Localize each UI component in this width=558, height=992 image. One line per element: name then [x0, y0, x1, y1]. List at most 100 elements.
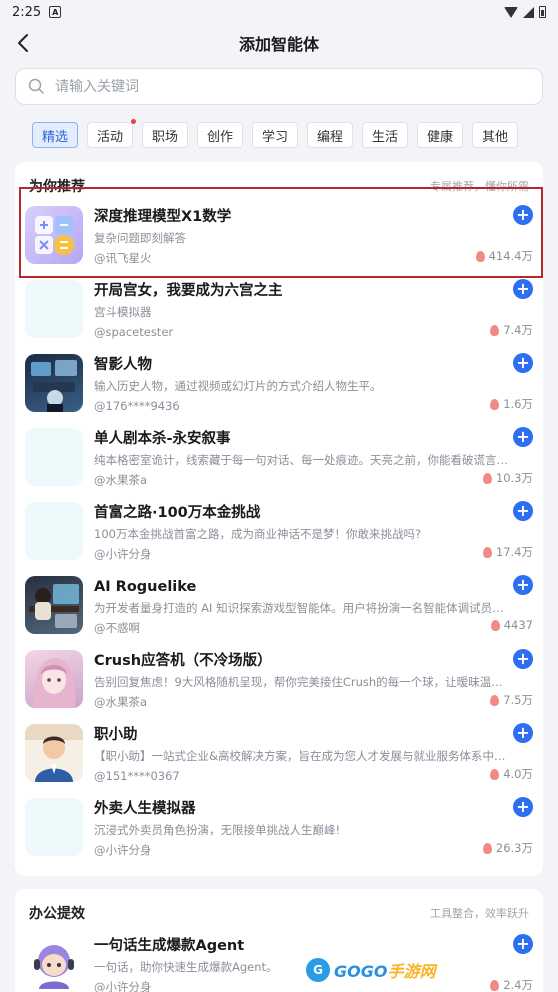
agent-desc: 【职小助】一站式企业&高校解决方案，旨在成为您人才发展与就业服务体系中不可或缺的… [94, 749, 533, 763]
nav-bar: 添加智能体 [0, 24, 558, 62]
agent-item[interactable]: 外卖人生模拟器 沉浸式外卖员角色扮演，无限接单挑战人生巅峰! @小许分身 + 2… [15, 796, 543, 870]
flame-icon [490, 768, 500, 780]
status-bar: 2:25 A [0, 0, 558, 24]
tab-coding[interactable]: 编程 [307, 122, 353, 148]
add-button[interactable]: + [513, 353, 533, 373]
agent-item[interactable]: 首富之路·100万本金挑战 100万本金挑战首富之路，成为商业神话不是梦！你敢来… [15, 500, 543, 574]
flame-icon [490, 979, 500, 991]
agent-name: 深度推理模型X1数学 [94, 209, 232, 225]
status-time: 2:25 [12, 4, 42, 20]
add-button[interactable]: + [513, 723, 533, 743]
notification-a-icon: A [49, 6, 62, 18]
flame-icon [490, 619, 500, 631]
add-button[interactable]: + [513, 934, 533, 954]
agent-author: @讯飞星火 [94, 251, 152, 265]
agent-desc: 告别回复焦虑！9大风格随机呈现，帮你完美接住Crush的每一个球，让暧昧温度瞬间… [94, 675, 533, 689]
heat-count: 7.4万 [490, 322, 533, 338]
flame-icon [482, 842, 492, 854]
add-button[interactable]: + [513, 279, 533, 299]
add-button[interactable]: + [513, 205, 533, 225]
heat-count: 17.4万 [482, 544, 533, 560]
agent-name: 首富之路·100万本金挑战 [94, 505, 261, 521]
heat-count: 10.3万 [482, 470, 533, 486]
agent-item[interactable]: 深度推理模型X1数学 复杂问题即刻解答 @讯飞星火 + 414.4万 [15, 204, 543, 278]
flame-icon [482, 546, 492, 558]
agent-name: 一句话生成爆款Agent [94, 938, 245, 954]
agent-name: AI Roguelike [94, 579, 197, 595]
agent-thumbnail [25, 502, 83, 560]
agent-name: 开局宫女，我要成为六宫之主 [94, 283, 283, 299]
tab-events[interactable]: 活动 [87, 119, 136, 148]
tab-other[interactable]: 其他 [472, 122, 518, 148]
agent-author: @水果茶a [94, 695, 148, 709]
agent-item[interactable]: 开局宫女，我要成为六宫之主 宫斗模拟器 @spacetester + 7.4万 [15, 278, 543, 352]
heat-count: 7.5万 [490, 692, 533, 708]
agent-item[interactable]: 一句话生成爆款Agent 一句话，助你快速生成爆款Agent。 @小许分身 + … [15, 933, 543, 992]
agent-desc: 沉浸式外卖员角色扮演，无限接单挑战人生巅峰! [94, 823, 341, 837]
heat-count: 2.4万 [490, 977, 533, 992]
tab-featured[interactable]: 精选 [32, 122, 78, 148]
agent-name: 单人剧本杀-永安叙事 [94, 431, 231, 447]
agent-author: @小许分身 [94, 843, 152, 857]
developer-illustration [25, 576, 83, 634]
add-button[interactable]: + [513, 501, 533, 521]
agent-desc: 纯本格密室诡计，线索藏于每一句对话、每一处痕迹。天亮之前，你能看破谎言，揪出真凶… [94, 453, 533, 467]
section-subtitle: 工具整合，效率跃升 [430, 907, 529, 920]
heat-count: 1.6万 [490, 396, 533, 412]
add-button[interactable]: + [513, 649, 533, 669]
tab-health[interactable]: 健康 [417, 122, 463, 148]
headset-avatar [25, 935, 83, 992]
flame-icon [475, 250, 485, 262]
signal-icon [523, 6, 534, 18]
agent-author: @spacetester [94, 325, 174, 339]
watermark-suffix: 手游网 [387, 962, 436, 981]
battery-icon [539, 6, 546, 18]
agent-name: 职小助 [94, 727, 138, 743]
category-tabs: 精选 活动 职场 创作 学习 编程 生活 健康 其他 [0, 119, 558, 148]
heat-count: 26.3万 [482, 840, 533, 856]
section-header: 办公提效 工具整合，效率跃升 [15, 901, 543, 925]
agent-item[interactable]: 智影人物 输入历史人物，通过视频或幻灯片的方式介绍人物生平。 @176****9… [15, 352, 543, 426]
section-header: 为你推荐 专属推荐，懂你所需 [15, 174, 543, 198]
search-bar[interactable] [15, 68, 543, 105]
studio-illustration [25, 354, 83, 412]
agent-author: @151****0367 [94, 769, 180, 783]
anime-portrait [25, 650, 83, 708]
flame-icon [490, 324, 500, 336]
watermark-logo-icon: G [306, 958, 330, 982]
tab-workplace[interactable]: 职场 [142, 122, 188, 148]
flame-icon [482, 472, 492, 484]
office-section: 办公提效 工具整合，效率跃升 一句话生成爆款Agent 一句话，助你快速生成爆款… [15, 889, 543, 992]
chevron-left-icon [18, 34, 28, 52]
agent-desc: 100万本金挑战首富之路，成为商业神话不是梦！你敢来挑战吗? [94, 527, 422, 541]
section-title: 办公提效 [29, 906, 85, 922]
agent-author: @176****9436 [94, 399, 180, 413]
new-badge [131, 119, 136, 124]
agent-item[interactable]: 单人剧本杀-永安叙事 纯本格密室诡计，线索藏于每一句对话、每一处痕迹。天亮之前，… [15, 426, 543, 500]
watermark: G GOGO手游网 [306, 958, 435, 982]
agent-desc: 输入历史人物，通过视频或幻灯片的方式介绍人物生平。 [94, 379, 382, 393]
agent-item[interactable]: Crush应答机（不冷场版） 告别回复焦虑！9大风格随机呈现，帮你完美接住Cru… [15, 648, 543, 722]
back-button[interactable] [12, 32, 34, 54]
watermark-prefix: GOGO [334, 962, 388, 981]
add-button[interactable]: + [513, 575, 533, 595]
flame-icon [490, 694, 500, 706]
add-button[interactable]: + [513, 427, 533, 447]
calculator-icon [25, 206, 83, 264]
agent-desc: 宫斗模拟器 [94, 305, 152, 319]
search-input[interactable] [55, 78, 530, 95]
heat-count: 414.4万 [475, 248, 533, 264]
agent-thumbnail [25, 798, 83, 856]
heat-count: 4437 [490, 618, 533, 632]
tab-study[interactable]: 学习 [252, 122, 298, 148]
page-title: 添加智能体 [238, 35, 319, 54]
tab-creation[interactable]: 创作 [197, 122, 243, 148]
recommend-section: 为你推荐 专属推荐，懂你所需 深度推理模型X1数学 复杂问题即刻解答 @讯飞星火… [15, 162, 543, 876]
agent-item[interactable]: AI Roguelike 为开发者量身打造的 AI 知识探索游戏型智能体。用户将… [15, 574, 543, 648]
agent-item[interactable]: 职小助 【职小助】一站式企业&高校解决方案，旨在成为您人才发展与就业服务体系中不… [15, 722, 543, 796]
tab-life[interactable]: 生活 [362, 122, 408, 148]
agent-author: @不惑啊 [94, 621, 140, 635]
agent-name: 智影人物 [94, 357, 152, 373]
add-button[interactable]: + [513, 797, 533, 817]
search-icon [28, 78, 44, 94]
